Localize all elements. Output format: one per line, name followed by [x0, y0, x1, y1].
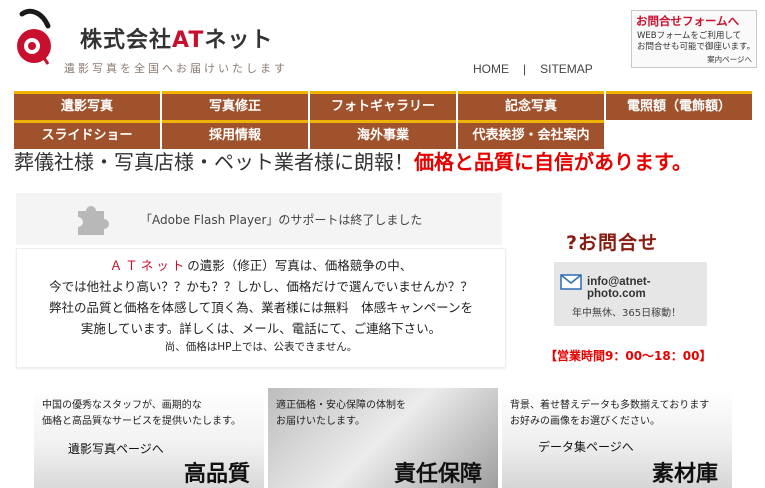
- banner-guarantee-desc2: お届けいたします。: [276, 416, 365, 427]
- nav-item-memorial[interactable]: 記念写真: [458, 91, 604, 120]
- headline-emph: 価格と品質に自信があります。: [414, 150, 692, 174]
- flash-notice: 「Adobe Flash Player」のサポートは終了しました: [16, 193, 502, 245]
- company-suffix: ネット: [204, 28, 274, 53]
- headline-plain: 葬儀社様・写真店様・ペット業者様に朗報！: [14, 150, 414, 174]
- intro-line4: 実施しています。詳しくは、メール、電話にて、ご連絡下さい。: [80, 321, 442, 336]
- banner-materials-desc1: 背景、着せ替えデータも多数揃えております: [510, 400, 710, 411]
- banner-guarantee-title: 責任保障: [394, 462, 483, 487]
- headline: 葬儀社様・写真店様・ペット業者様に朗報！価格と品質に自信があります。: [14, 152, 754, 172]
- email-address[interactable]: info@atnet-photo.com: [587, 276, 707, 300]
- company-at: AT: [172, 28, 205, 53]
- banner-quality-title: 高品質: [184, 462, 251, 487]
- header-nav: HOME | SITEMAP: [473, 62, 593, 76]
- email-banner[interactable]: info@atnet-photo.com 年中無休、365日稼動！: [554, 262, 707, 326]
- banner-materials-link[interactable]: データ集ページへ: [538, 438, 634, 455]
- business-hours: 【営業時間9：00〜18：00】: [545, 349, 712, 363]
- company-logo: [17, 8, 51, 65]
- nav-item-slideshow[interactable]: スライドショー: [14, 120, 160, 149]
- intro-line1-rest: の遺影（修正）写真は、価格競争の中、: [187, 258, 413, 273]
- contact-heading: ?お問合せ: [566, 232, 659, 254]
- nav-item-about[interactable]: 代表挨拶・会社案内: [458, 120, 604, 149]
- intro-line1: ＡＴネットの遺影（修正）写真は、価格競争の中、: [17, 255, 505, 276]
- contact-form-link[interactable]: 案内ページへ: [707, 54, 752, 65]
- banner-materials-desc: 背景、着せ替えデータも多数揃えております お好みの画像をお選びください。: [510, 398, 709, 430]
- intro-at: ＡＴネット: [109, 258, 188, 273]
- intro-line3: 弊社の品質と価格を体感して頂く為、業者様には無料 体感キャンペーンを: [48, 300, 473, 315]
- home-link[interactable]: HOME: [473, 62, 509, 76]
- contact-form-title: お問合せフォームへ: [636, 14, 740, 28]
- nav-separator: |: [523, 62, 527, 76]
- tagline: 遺影写真を全国へお届けいたします: [64, 62, 288, 75]
- nav-item-recruit[interactable]: 採用情報: [162, 120, 308, 149]
- company-name[interactable]: 株式会社ATネット: [80, 22, 273, 54]
- banner-materials-title: 素材庫: [652, 462, 719, 487]
- intro-line2: 今では他社より高い？？かも？？しかし、価格だけで選んでいませんか？？: [49, 279, 473, 294]
- banner-quality-link[interactable]: 遺影写真ページへ: [68, 440, 164, 457]
- contact-form-desc: WEBフォームをご利用して お問合せも可能で御座います。: [637, 31, 755, 53]
- banner-materials-desc2: お好みの画像をお選びください。: [510, 416, 660, 427]
- banner-quality[interactable]: 中国の優秀なスタッフが、画期的な 価格と高品質なサービスを提供いたします。 遺影…: [34, 388, 264, 488]
- plugin-icon: [78, 206, 109, 235]
- banner-materials[interactable]: 背景、着せ替えデータも多数揃えております お好みの画像をお選びください。 データ…: [502, 388, 732, 488]
- banner-quality-desc2: 価格と高品質なサービスを提供いたします。: [42, 416, 241, 427]
- contact-form-line1: WEBフォームをご利用して: [637, 31, 742, 41]
- flash-message: 「Adobe Flash Player」のサポートは終了しました: [140, 213, 423, 227]
- banner-guarantee-desc1: 適正価格・安心保障の体制を: [276, 400, 406, 411]
- banner-guarantee-desc: 適正価格・安心保障の体制を お届けいたします。: [276, 398, 406, 430]
- intro-line5: 尚、価格はHP上では、公表できません。: [164, 341, 358, 353]
- nav-item-retouch[interactable]: 写真修正: [162, 91, 308, 120]
- mail-icon: [560, 274, 582, 290]
- contact-form-banner[interactable]: お問合せフォームへ WEBフォームをご利用して お問合せも可能で御座います。 案…: [631, 10, 757, 68]
- nav-item-overseas[interactable]: 海外事業: [310, 120, 456, 149]
- open-note: 年中無休、365日稼動！: [572, 308, 682, 319]
- banner-quality-desc: 中国の優秀なスタッフが、画期的な 価格と高品質なサービスを提供いたします。: [42, 398, 241, 430]
- nav-item-iei[interactable]: 遺影写真: [14, 91, 160, 120]
- sitemap-link[interactable]: SITEMAP: [540, 62, 593, 76]
- nav-item-frame[interactable]: 電照額（電飾額）: [606, 91, 752, 120]
- banner-quality-desc1: 中国の優秀なスタッフが、画期的な: [42, 400, 202, 411]
- banner-guarantee[interactable]: 適正価格・安心保障の体制を お届けいたします。 責任保障: [268, 388, 498, 488]
- company-prefix: 株式会社: [80, 28, 173, 53]
- intro-text-box: ＡＴネットの遺影（修正）写真は、価格競争の中、 今では他社より高い？？かも？？し…: [16, 248, 506, 368]
- nav-item-gallery[interactable]: フォトギャラリー: [310, 91, 456, 120]
- contact-form-line2: お問合せも可能で御座います。: [637, 42, 756, 52]
